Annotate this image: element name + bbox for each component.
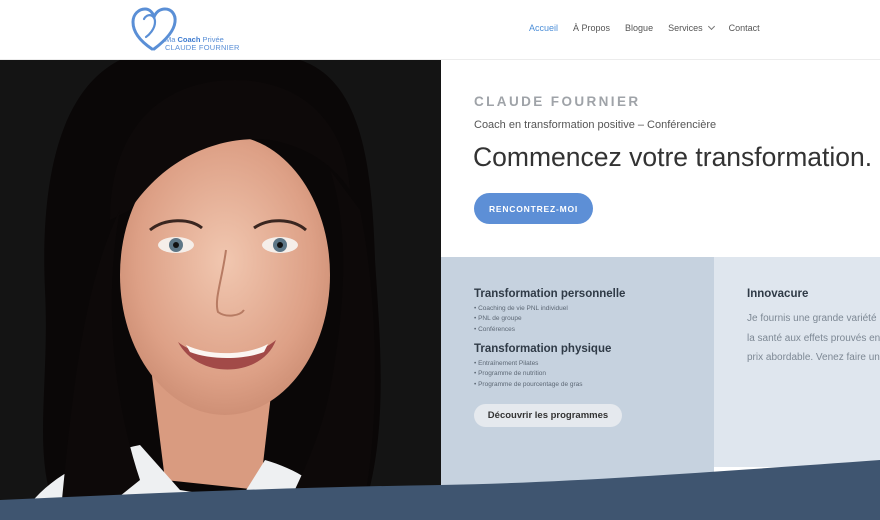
innovacure-line: Je fournis une grande variété	[747, 313, 877, 324]
innovacure-description: Je fournis une grande variété la santé a…	[747, 309, 880, 368]
nav-item-services-label: Services	[668, 23, 703, 33]
innovacure-line: prix abordable. Venez faire un	[747, 352, 880, 363]
nav-item-blogue[interactable]: Blogue	[625, 23, 653, 33]
hero-portrait-photo	[0, 60, 441, 520]
programs-panel: Transformation personnelle Coaching de v…	[441, 257, 714, 485]
chevron-down-icon	[707, 22, 715, 31]
main-nav: Accueil À Propos Blogue Services Contact	[529, 22, 760, 33]
meet-me-button[interactable]: RENCONTREZ-MOI	[474, 193, 593, 224]
list-item: Coaching de vie PNL individuel	[474, 304, 568, 314]
innovacure-title: Innovacure	[747, 288, 809, 300]
program-heading-physical: Transformation physique	[474, 343, 612, 355]
innovacure-panel: Innovacure Je fournis une grande variété…	[714, 257, 880, 467]
hero-name: CLAUDE FOURNIER	[474, 94, 641, 109]
hero-subtitle: Coach en transformation positive – Confé…	[474, 119, 717, 131]
hero-section: CLAUDE FOURNIER Coach en transformation …	[441, 60, 880, 257]
nav-item-contact[interactable]: Contact	[729, 23, 760, 33]
footer-wave-divider	[0, 460, 880, 520]
portrait-illustration	[0, 60, 441, 520]
nav-item-accueil[interactable]: Accueil	[529, 23, 558, 33]
hero-title: Commencez votre transformation.	[473, 142, 873, 172]
discover-programs-button[interactable]: Découvrir les programmes	[474, 404, 622, 427]
site-header: Ma Coach Privée CLAUDE FOURNIER Accueil …	[0, 0, 880, 60]
list-item: Programme de pourcentage de gras	[474, 380, 582, 390]
list-item: Entraînement Pilates	[474, 359, 583, 369]
list-item: Programme de nutrition	[474, 369, 583, 379]
innovacure-line: la santé aux effets prouvés en	[747, 332, 880, 344]
program-list-physical: Entraînement Pilates Programme de nutrit…	[474, 359, 583, 390]
program-heading-personal: Transformation personnelle	[474, 288, 626, 300]
program-list-personal: Coaching de vie PNL individuel PNL de gr…	[474, 304, 568, 335]
list-item: PNL de groupe	[474, 314, 568, 324]
nav-item-a-propos[interactable]: À Propos	[573, 23, 610, 33]
list-item: Conférences	[474, 325, 568, 335]
nav-item-services[interactable]: Services	[668, 22, 715, 33]
logo-subtitle: CLAUDE FOURNIER	[165, 43, 240, 52]
site-logo[interactable]: Ma Coach Privée CLAUDE FOURNIER	[130, 7, 245, 53]
